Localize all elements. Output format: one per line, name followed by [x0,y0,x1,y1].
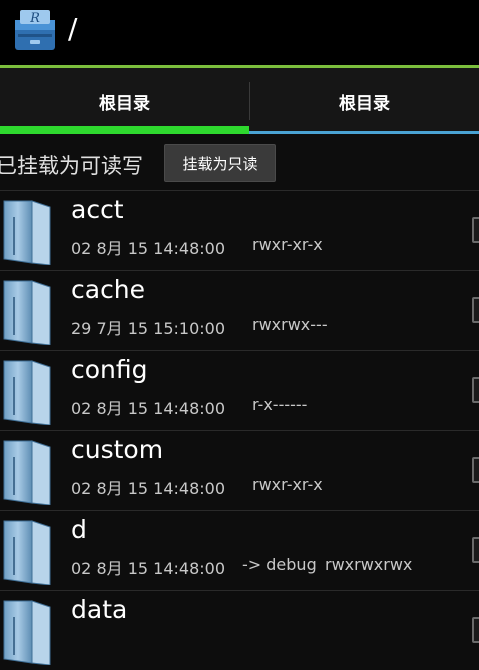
file-modified-date: 29 7月 15 15:10:00 [71,319,226,338]
folder-icon [2,517,52,586]
file-row-custom[interactable]: custom 02 8月 15 14:48:00 rwxr-xr-x [0,430,479,510]
file-name: custom [71,435,164,464]
current-path-title: / [68,12,78,45]
mount-read-only-button[interactable]: 挂载为只读 [164,144,276,182]
tab-root-2[interactable]: 根目录 [250,68,479,134]
folder-icon [2,197,52,266]
select-checkbox[interactable] [472,297,479,323]
select-checkbox[interactable] [472,537,479,563]
file-row-data[interactable]: data [0,590,479,670]
active-tab-indicator [0,126,249,134]
file-permissions: rwxr-xr-x [252,235,323,254]
root-explorer-app-icon[interactable]: R [12,6,58,52]
file-modified-date: 02 8月 15 14:48:00 [71,559,226,578]
select-checkbox[interactable] [472,377,479,403]
folder-icon [2,277,52,346]
file-modified-date: 02 8月 15 14:48:00 [71,399,226,418]
select-checkbox[interactable] [472,617,479,643]
folder-icon [2,597,52,666]
file-modified-date: 02 8月 15 14:48:00 [71,479,226,498]
file-permissions: r-x------ [252,395,308,414]
file-name: cache [71,275,146,304]
mount-status-text: 已挂载为可读写 [0,154,143,178]
file-name: data [71,595,128,624]
file-permissions: rwxrwxrwx [325,555,413,574]
file-row-config[interactable]: config 02 8月 15 14:48:00 r-x------ [0,350,479,430]
mount-bar: 已挂载为可读写 挂载为只读 [0,134,479,190]
folder-icon [2,437,52,506]
file-name: d [71,515,87,544]
file-row-acct[interactable]: acct 02 8月 15 14:48:00 rwxr-xr-x [0,190,479,270]
file-permissions: rwxrwx--- [252,315,328,334]
folder-icon [2,357,52,426]
action-bar: R / [0,0,479,68]
select-checkbox[interactable] [472,457,479,483]
file-row-cache[interactable]: cache 29 7月 15 15:10:00 rwxrwx--- [0,270,479,350]
file-permissions: rwxr-xr-x [252,475,323,494]
tab-root-1[interactable]: 根目录 [0,68,249,134]
select-checkbox[interactable] [472,217,479,243]
tab-bar: 根目录 根目录 [0,68,479,134]
file-symlink-target: -> debug [242,555,317,574]
svg-text:R: R [29,11,40,26]
file-list: acct 02 8月 15 14:48:00 rwxr-xr-x cache 29 7… [0,190,479,666]
file-row-d[interactable]: d 02 8月 15 14:48:00 -> debug rwxrwxrwx [0,510,479,590]
file-name: acct [71,195,124,224]
file-name: config [71,355,148,384]
file-modified-date: 02 8月 15 14:48:00 [71,239,226,258]
